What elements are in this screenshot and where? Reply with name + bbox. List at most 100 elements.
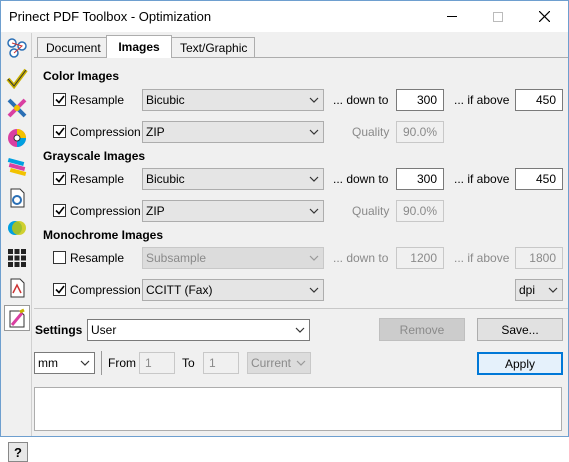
gray-resample-method-value: Bicubic <box>146 172 185 186</box>
gray-resample-method-select[interactable]: Bicubic <box>142 168 324 190</box>
color-compression-checkbox[interactable] <box>53 125 66 138</box>
grayscale-images-heading: Grayscale Images <box>43 149 146 163</box>
color-resample-method-select[interactable]: Bicubic <box>142 89 324 111</box>
gray-compression-checkbox[interactable] <box>53 204 66 217</box>
color-disc-icon <box>8 129 26 147</box>
tool-workflow-button[interactable] <box>4 35 30 61</box>
chevron-down-icon <box>309 255 319 261</box>
gray-quality-input[interactable]: 90.0% <box>396 200 444 222</box>
from-label: From <box>108 356 136 370</box>
check-icon <box>54 95 65 104</box>
chevron-down-icon <box>548 287 558 293</box>
toolbar-separator <box>101 351 102 375</box>
tool-document-button[interactable] <box>4 185 30 211</box>
tool-optimization-button[interactable] <box>4 305 30 331</box>
mono-resample-method-value: Subsample <box>146 251 207 265</box>
chevron-down-icon <box>309 129 319 135</box>
maximize-button[interactable] <box>475 1 521 32</box>
color-resample-checkbox[interactable] <box>53 93 66 106</box>
check-icon <box>54 174 65 183</box>
close-button[interactable] <box>521 1 567 32</box>
unit-select[interactable]: mm <box>34 352 95 374</box>
to-label: To <box>182 356 195 370</box>
color-quality-label: Quality <box>352 125 390 139</box>
settings-value: User <box>91 323 117 337</box>
tool-overlay-button[interactable] <box>4 215 30 241</box>
settings-select[interactable]: User <box>87 319 310 341</box>
gray-quality-label: Quality <box>352 204 390 218</box>
tool-disc-button[interactable] <box>4 125 30 151</box>
gray-if-above-label: ... if above <box>454 172 510 186</box>
mono-down-to-label: ... down to <box>333 251 389 265</box>
document-icon <box>10 188 25 208</box>
color-images-heading: Color Images <box>43 69 120 83</box>
chevron-down-icon <box>309 97 319 103</box>
overlay-icon <box>8 221 26 235</box>
color-quality-input[interactable]: 90.0% <box>396 121 444 143</box>
mono-if-above-label: ... if above <box>454 251 510 265</box>
page-scope-select[interactable]: Current <box>247 352 311 374</box>
chevron-down-icon <box>309 208 319 214</box>
from-input[interactable]: 1 <box>139 352 175 374</box>
message-log <box>34 387 562 431</box>
tool-color-button[interactable] <box>4 95 30 121</box>
tab-document[interactable]: Document <box>37 37 107 57</box>
mono-compression-label: Compression <box>70 283 141 297</box>
mono-compression-method-select[interactable]: CCITT (Fax) <box>142 279 324 301</box>
check-icon <box>54 206 65 215</box>
mono-unit-select[interactable]: dpi <box>515 279 563 301</box>
save-button[interactable]: Save... <box>477 318 563 341</box>
remove-button[interactable]: Remove <box>379 318 465 341</box>
mono-down-to-input[interactable]: 1200 <box>396 247 444 269</box>
minimize-button[interactable] <box>429 1 475 32</box>
optimize-brush-icon <box>9 308 25 328</box>
workflow-icon <box>7 38 27 58</box>
help-button[interactable]: ? <box>8 442 28 462</box>
apply-button[interactable]: Apply <box>477 352 563 375</box>
tab-images[interactable]: Images <box>106 35 172 58</box>
color-down-to-input[interactable]: 300 <box>396 89 444 111</box>
color-down-to-label: ... down to <box>333 93 389 107</box>
mono-resample-label: Resample <box>70 251 125 265</box>
color-compression-method-select[interactable]: ZIP <box>142 121 324 143</box>
mono-if-above-input[interactable]: 1800 <box>515 247 563 269</box>
monochrome-images-heading: Monochrome Images <box>43 228 164 242</box>
gray-resample-label: Resample <box>70 172 125 186</box>
tool-pdf-button[interactable] <box>4 275 30 301</box>
tool-grid-button[interactable] <box>4 245 30 271</box>
maximize-icon <box>493 11 503 22</box>
check-icon <box>54 127 65 136</box>
tool-check-button[interactable] <box>4 65 30 91</box>
settings-label: Settings <box>35 323 83 337</box>
to-input[interactable]: 1 <box>203 352 239 374</box>
gray-compression-method-value: ZIP <box>146 204 165 218</box>
section-divider <box>34 308 568 309</box>
gray-down-to-input[interactable]: 300 <box>396 168 444 190</box>
gray-if-above-input[interactable]: 450 <box>515 168 563 190</box>
separation-icon <box>7 157 27 177</box>
page-scope-value: Current <box>251 356 292 370</box>
chevron-down-icon <box>296 360 306 366</box>
mono-compression-method-value: CCITT (Fax) <box>146 283 213 297</box>
mono-resample-method-select[interactable]: Subsample <box>142 247 324 269</box>
tool-separation-button[interactable] <box>4 155 30 181</box>
minimize-icon <box>447 16 457 17</box>
gray-down-to-label: ... down to <box>333 172 389 186</box>
mono-resample-checkbox[interactable] <box>53 251 66 264</box>
main-window: Prinect PDF Toolbox - Optimization ? Doc… <box>0 0 569 462</box>
mono-compression-checkbox[interactable] <box>53 283 66 296</box>
color-if-above-label: ... if above <box>454 93 510 107</box>
chevron-down-icon <box>295 327 305 333</box>
chevron-down-icon <box>80 360 90 366</box>
gray-resample-checkbox[interactable] <box>53 172 66 185</box>
pdf-page-icon <box>10 278 25 298</box>
check-icon <box>54 285 65 294</box>
tab-text-graphic[interactable]: Text/Graphic <box>171 37 255 57</box>
color-resample-method-value: Bicubic <box>146 93 185 107</box>
color-if-above-input[interactable]: 450 <box>515 89 563 111</box>
unit-value: mm <box>38 356 58 370</box>
grid-icon <box>8 249 26 267</box>
color-compression-method-value: ZIP <box>146 125 165 139</box>
gray-compression-label: Compression <box>70 204 141 218</box>
gray-compression-method-select[interactable]: ZIP <box>142 200 324 222</box>
